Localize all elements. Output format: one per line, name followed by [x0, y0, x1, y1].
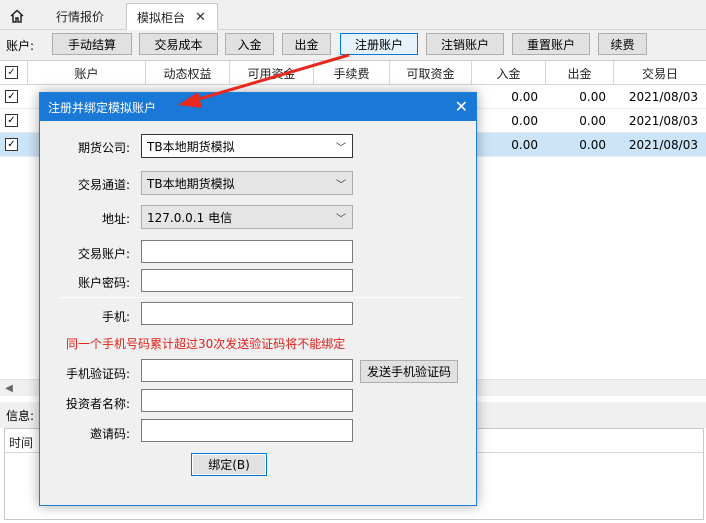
bind-button[interactable]: 绑定(B) [191, 453, 267, 476]
chevron-down-icon: ﹀ [336, 180, 346, 191]
investor-name-label: 投资者名称: [65, 397, 130, 411]
tab-sim-counter-label: 模拟柜台 [137, 11, 186, 25]
col-account[interactable]: 账户 [28, 61, 146, 85]
header-select-all[interactable]: ✓ [0, 61, 28, 85]
account-toolbar: 账户: 手动结算 交易成本 入金 出金 注册账户 注销账户 重置账户 续费 [0, 30, 706, 60]
dialog-title: 注册并绑定模拟账户 [48, 101, 157, 115]
cell-withdraw: 0.00 [579, 90, 606, 104]
col-withdrawable[interactable]: 可取资金 [390, 61, 472, 85]
withdraw-button[interactable]: 出金 [282, 33, 331, 55]
chevron-down-icon: ﹀ [336, 214, 346, 225]
cell-deposit: 0.00 [511, 114, 538, 128]
chevron-down-icon: ﹀ [336, 143, 346, 154]
broker-select[interactable]: TB本地期货模拟 ﹀ [141, 134, 353, 158]
manual-settle-button[interactable]: 手动结算 [52, 33, 132, 55]
cell-trade-date: 2021/08/03 [628, 114, 698, 128]
tab-quotes[interactable]: 行情报价 [36, 3, 124, 30]
sms-code-input[interactable] [141, 359, 353, 382]
dialog-title-bar[interactable]: 注册并绑定模拟账户 ✕ [40, 93, 476, 121]
broker-select-value: TB本地期货模拟 [147, 139, 235, 154]
cell-withdraw: 0.00 [579, 138, 606, 152]
renew-button[interactable]: 续费 [598, 33, 647, 55]
home-icon[interactable] [4, 4, 30, 28]
row-checkbox[interactable]: ✓ [5, 90, 18, 103]
log-col-time[interactable]: 时间 [9, 434, 33, 451]
register-bind-dialog: 注册并绑定模拟账户 ✕ 期货公司: TB本地期货模拟 ﹀ 交易通道: TB本地期… [39, 92, 477, 506]
cell-trade-date: 2021/08/03 [628, 90, 698, 104]
tab-close-icon[interactable]: ✕ [195, 10, 206, 25]
cell-trade-date: 2021/08/03 [628, 138, 698, 152]
channel-label: 交易通道: [77, 178, 130, 192]
row-checkbox[interactable]: ✓ [5, 138, 18, 151]
account-password-input[interactable] [141, 269, 353, 292]
col-dynamic-equity[interactable]: 动态权益 [146, 61, 230, 85]
reset-account-button[interactable]: 重置账户 [512, 33, 590, 55]
col-commission[interactable]: 手续费 [314, 61, 390, 85]
address-select[interactable]: 127.0.0.1 电信 ﹀ [141, 205, 353, 229]
invite-code-input[interactable] [141, 419, 353, 442]
scroll-left-icon[interactable]: ◀ [2, 382, 16, 395]
cell-deposit: 0.00 [511, 90, 538, 104]
col-available-funds[interactable]: 可用资金 [230, 61, 314, 85]
phone-input[interactable] [141, 302, 353, 325]
trading-account-label: 交易账户: [77, 247, 130, 261]
address-label: 地址: [101, 212, 130, 226]
deposit-button[interactable]: 入金 [225, 33, 274, 55]
broker-label: 期货公司: [77, 141, 130, 155]
register-account-button[interactable]: 注册账户 [340, 33, 418, 55]
account-toolbar-label: 账户: [6, 39, 35, 53]
channel-select-value: TB本地期货模拟 [147, 176, 235, 191]
send-sms-code-button[interactable]: 发送手机验证码 [360, 360, 458, 383]
unregister-account-button[interactable]: 注销账户 [426, 33, 504, 55]
divider [60, 297, 462, 298]
cell-deposit: 0.00 [511, 138, 538, 152]
col-deposit[interactable]: 入金 [472, 61, 546, 85]
tab-strip: 行情报价 模拟柜台 ✕ [0, 0, 706, 31]
grid-header: ✓ 账户 动态权益 可用资金 手续费 可取资金 入金 出金 交易日 [0, 61, 706, 85]
address-select-value: 127.0.0.1 电信 [147, 210, 233, 225]
channel-select[interactable]: TB本地期货模拟 ﹀ [141, 171, 353, 195]
col-trade-date[interactable]: 交易日 [614, 61, 706, 85]
tab-quotes-label: 行情报价 [55, 10, 104, 24]
col-withdraw[interactable]: 出金 [546, 61, 614, 85]
select-all-checkbox[interactable]: ✓ [5, 66, 18, 79]
phone-label: 手机: [101, 310, 130, 324]
investor-name-input[interactable] [141, 389, 353, 412]
trade-cost-button[interactable]: 交易成本 [139, 33, 218, 55]
row-checkbox[interactable]: ✓ [5, 114, 18, 127]
invite-code-label: 邀请码: [89, 427, 130, 441]
info-label: 信息: [6, 409, 35, 423]
trading-account-input[interactable] [141, 240, 353, 263]
tab-sim-counter[interactable]: 模拟柜台 ✕ [126, 3, 218, 31]
sms-code-label: 手机验证码: [65, 367, 130, 381]
account-password-label: 账户密码: [77, 276, 130, 290]
cell-withdraw: 0.00 [579, 114, 606, 128]
sms-limit-warning: 同一个手机号码累计超过30次发送验证码将不能绑定 [66, 337, 346, 351]
dialog-close-icon[interactable]: ✕ [455, 97, 468, 116]
